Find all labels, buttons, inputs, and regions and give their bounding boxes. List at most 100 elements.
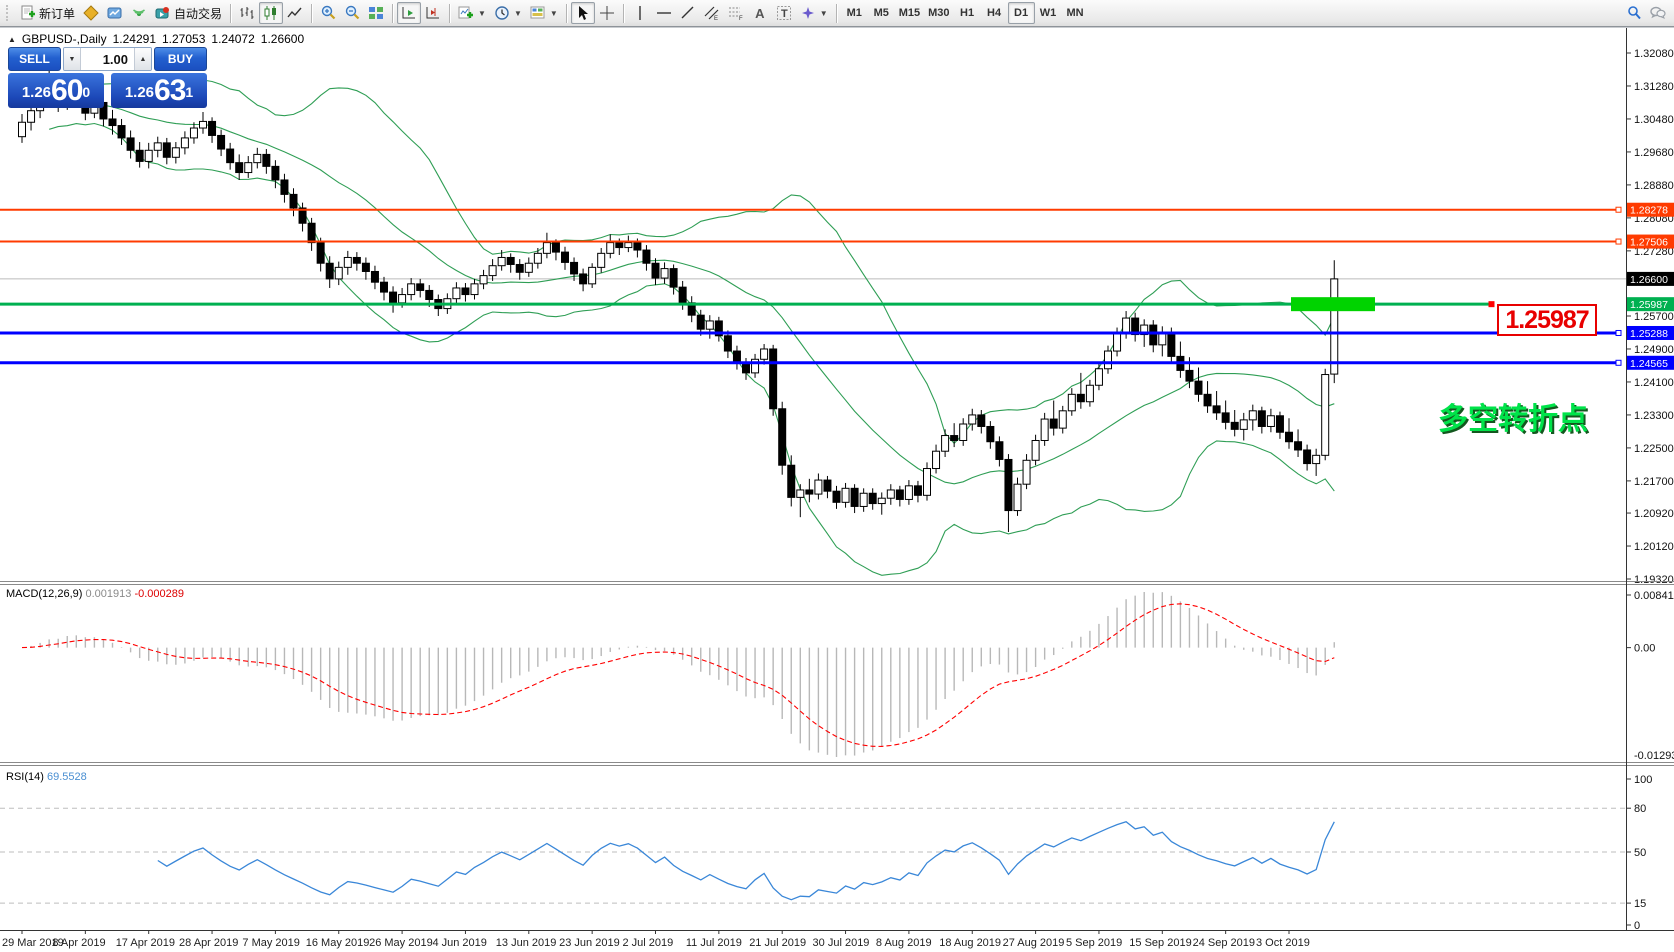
timeframe-m1-button[interactable]: M1 [841, 2, 868, 24]
arrows-tool-button[interactable]: ▼ [796, 2, 832, 24]
toolbar: 新订单 自动交易 [0, 0, 1674, 27]
zoom-in-icon [320, 5, 336, 21]
market-button[interactable] [103, 2, 127, 24]
chart-area[interactable]: 1.320801.312801.304801.296801.288801.280… [0, 28, 1674, 952]
svg-text:0.008411: 0.008411 [1634, 590, 1674, 602]
candlestick-chart-button[interactable] [259, 2, 283, 24]
sell-price-small: 1.26 [22, 80, 51, 106]
zoom-in-button[interactable] [316, 2, 340, 24]
crosshair-tool-button[interactable] [595, 2, 619, 24]
svg-text:1.28880: 1.28880 [1634, 180, 1674, 192]
toolbar-separator [392, 4, 393, 23]
timeframe-mn-button[interactable]: MN [1062, 2, 1089, 24]
buy-price-display[interactable]: 1.26631 [111, 73, 207, 108]
timeframe-h4-button[interactable]: H4 [981, 2, 1008, 24]
autotrading-button[interactable]: 自动交易 [151, 2, 226, 24]
svg-text:11 Jul 2019: 11 Jul 2019 [686, 937, 742, 949]
bar-chart-icon [239, 5, 255, 21]
svg-text:1.25987: 1.25987 [1630, 299, 1668, 311]
horizontal-line-tool-button[interactable] [652, 2, 676, 24]
macd-label: MACD(12,26,9) 0.001913 -0.000289 [6, 588, 184, 600]
sell-price-big: 60 [51, 76, 82, 106]
buy-price-small: 1.26 [125, 80, 154, 106]
chart-title: ▲ GBPUSD-,Daily 1.24291 1.27053 1.24072 … [8, 32, 304, 46]
toolbar-separator [311, 4, 312, 23]
svg-text:28 Apr 2019: 28 Apr 2019 [179, 937, 238, 949]
equidistant-channel-tool-button[interactable]: E [700, 2, 724, 24]
one-click-trading-panel: SELL ▼ ▲ BUY 1.26600 1.26631 [8, 47, 207, 108]
svg-text:18 Aug 2019: 18 Aug 2019 [939, 937, 1001, 949]
svg-text:1.26600: 1.26600 [1630, 274, 1668, 286]
collapse-panel-icon[interactable]: ▲ [8, 35, 16, 44]
price-callout-box[interactable]: 1.25987 [1497, 304, 1597, 336]
buy-price-sup: 1 [185, 73, 193, 111]
svg-text:21 Jul 2019: 21 Jul 2019 [749, 937, 806, 949]
tile-windows-icon [368, 5, 384, 21]
sell-price-display[interactable]: 1.26600 [8, 73, 104, 108]
timeframe-d1-button[interactable]: D1 [1008, 2, 1035, 24]
timeframe-w1-button[interactable]: W1 [1035, 2, 1062, 24]
volume-increase-button[interactable]: ▲ [134, 48, 151, 70]
volume-stepper: ▼ ▲ [63, 47, 152, 71]
market-icon [107, 5, 123, 21]
chart-close-value: 1.26600 [261, 32, 304, 46]
svg-text:1.27506: 1.27506 [1630, 237, 1668, 249]
new-order-button[interactable]: 新订单 [16, 2, 79, 24]
line-chart-button[interactable] [283, 2, 307, 24]
svg-text:1.32080: 1.32080 [1634, 48, 1674, 60]
timeframe-m5-button[interactable]: M5 [868, 2, 895, 24]
community-chat-button[interactable] [1646, 2, 1670, 24]
fibonacci-tool-button[interactable]: F [724, 2, 748, 24]
text-label-tool-button[interactable]: T [772, 2, 796, 24]
periods-dropdown-caret: ▼ [514, 9, 522, 18]
timeframe-m30-button[interactable]: M30 [924, 2, 953, 24]
equidistant-channel-icon: E [704, 5, 720, 21]
chart-high-value: 1.27053 [162, 32, 205, 46]
svg-text:1.25700: 1.25700 [1634, 311, 1674, 323]
svg-text:1.30480: 1.30480 [1634, 114, 1674, 126]
horizontal-line-icon [656, 5, 672, 21]
buy-button[interactable]: BUY [154, 47, 207, 71]
svg-text:1.20120: 1.20120 [1634, 541, 1674, 553]
svg-text:1.25288: 1.25288 [1630, 328, 1668, 340]
indicators-icon [458, 5, 474, 21]
trendline-tool-button[interactable] [676, 2, 700, 24]
indicators-button[interactable]: ▼ [454, 2, 490, 24]
svg-text:-0.012931: -0.012931 [1634, 750, 1674, 762]
vertical-line-tool-button[interactable] [628, 2, 652, 24]
auto-scroll-button[interactable] [397, 2, 421, 24]
svg-text:0: 0 [1634, 920, 1640, 932]
search-button[interactable] [1622, 2, 1646, 24]
svg-text:1.24565: 1.24565 [1630, 358, 1668, 370]
periods-button[interactable]: ▼ [490, 2, 526, 24]
templates-button[interactable]: ▼ [526, 2, 562, 24]
chart-canvas[interactable]: 1.320801.312801.304801.296801.288801.280… [0, 28, 1674, 952]
cursor-icon [575, 5, 591, 21]
metaeditor-button[interactable] [79, 2, 103, 24]
text-tool-button[interactable]: A [748, 2, 772, 24]
svg-text:2 Jul 2019: 2 Jul 2019 [623, 937, 674, 949]
signals-icon [131, 5, 147, 21]
svg-text:23 Jun 2019: 23 Jun 2019 [559, 937, 620, 949]
templates-icon [530, 5, 546, 21]
chinese-note-text[interactable]: 多空转折点 [1438, 394, 1588, 438]
mt4-window: 新订单 自动交易 [0, 0, 1674, 952]
macd-signal-value: -0.000289 [134, 588, 184, 600]
trendline-icon [680, 5, 696, 21]
volume-decrease-button[interactable]: ▼ [64, 48, 81, 70]
volume-input[interactable] [81, 48, 134, 70]
chart-shift-button[interactable] [421, 2, 445, 24]
sell-button[interactable]: SELL [8, 47, 61, 71]
svg-text:15: 15 [1634, 898, 1646, 910]
bar-chart-button[interactable] [235, 2, 259, 24]
tile-windows-button[interactable] [364, 2, 388, 24]
cursor-tool-button[interactable] [571, 2, 595, 24]
timeframe-h1-button[interactable]: H1 [954, 2, 981, 24]
zoom-out-button[interactable] [340, 2, 364, 24]
signals-button[interactable] [127, 2, 151, 24]
timeframe-m15-button[interactable]: M15 [895, 2, 924, 24]
toolbar-separator [449, 4, 450, 23]
crosshair-icon [599, 5, 615, 21]
svg-text:50: 50 [1634, 847, 1646, 859]
svg-text:27 Aug 2019: 27 Aug 2019 [1003, 937, 1065, 949]
